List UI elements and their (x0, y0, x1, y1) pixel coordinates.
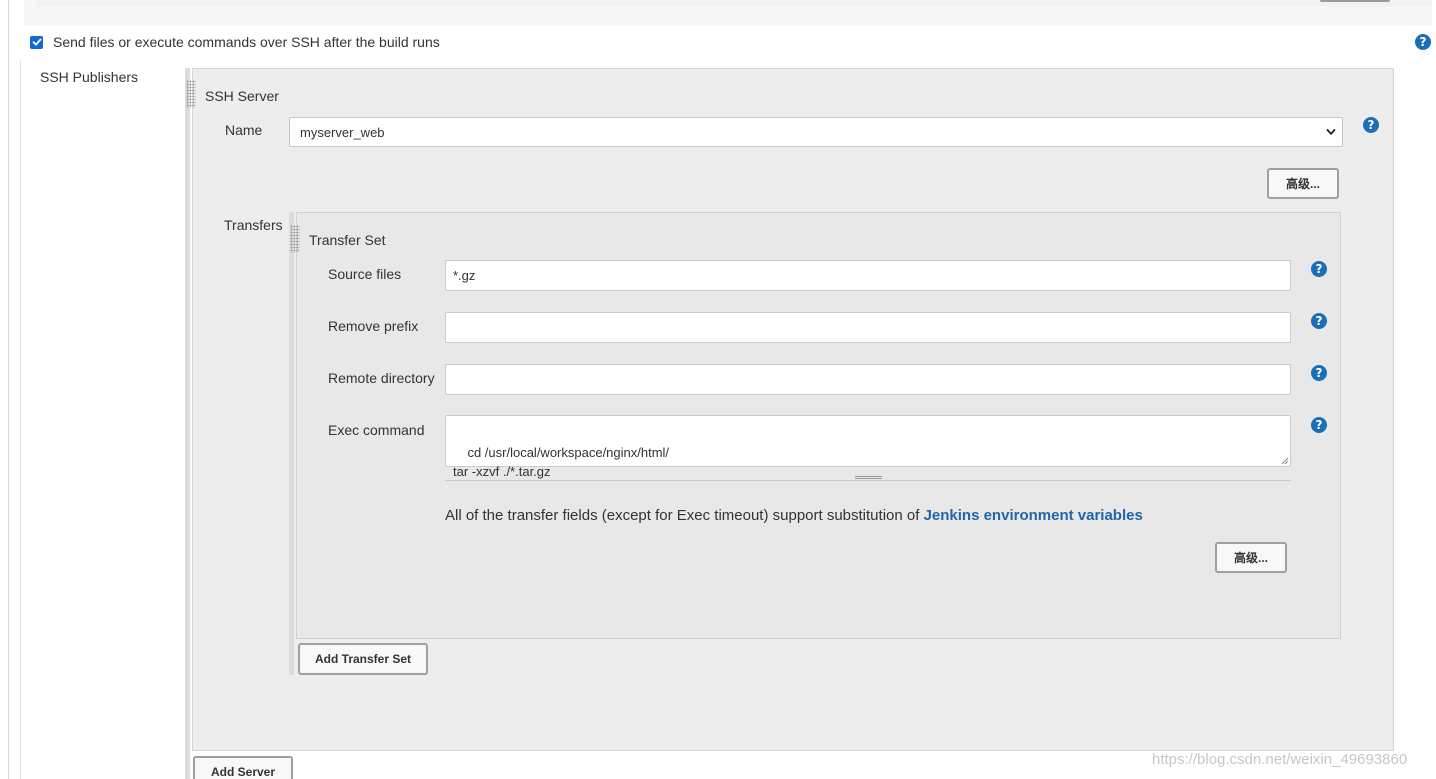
previous-section-strip-inner (36, 0, 1432, 7)
server-advanced-button[interactable]: 高级... (1267, 168, 1339, 199)
ssh-server-title: SSH Server (205, 88, 279, 104)
ssh-publishers-label: SSH Publishers (40, 69, 139, 85)
source-files-label: Source files (328, 266, 402, 282)
server-name-select[interactable]: myserver_web (289, 117, 1343, 147)
textarea-expand-bar[interactable] (445, 467, 1291, 481)
remote-directory-label: Remote directory (328, 370, 435, 386)
help-icon[interactable]: ? (1311, 313, 1327, 329)
help-icon[interactable]: ? (1311, 365, 1327, 381)
name-label: Name (225, 122, 263, 138)
chevron-down-icon (1326, 129, 1336, 136)
transfers-drag-bar[interactable] (289, 212, 294, 675)
watermark: https://blog.csdn.net/weixin_49693860 (1152, 751, 1408, 768)
help-icon[interactable]: ? (1415, 34, 1431, 50)
exec-command-textarea[interactable]: cd /usr/local/workspace/nginx/html/ tar … (445, 415, 1291, 479)
jenkins-env-vars-link[interactable]: Jenkins environment variables (924, 507, 1143, 524)
remote-directory-input[interactable] (445, 364, 1291, 395)
transfer-set-drag-handle[interactable] (290, 225, 300, 253)
previous-section-button-edge[interactable] (1320, 0, 1390, 2)
substitution-info: All of the transfer fields (except for E… (445, 507, 1143, 524)
ssh-publish-checkbox[interactable] (30, 35, 43, 49)
check-icon (32, 38, 41, 46)
add-transfer-set-button[interactable]: Add Transfer Set (298, 643, 428, 675)
help-icon[interactable]: ? (1311, 261, 1327, 277)
ssh-publish-checkbox-label: Send files or execute commands over SSH … (53, 34, 440, 50)
substitution-info-text: All of the transfer fields (except for E… (445, 507, 924, 524)
source-files-input[interactable]: *.gz (445, 260, 1291, 291)
remove-prefix-label: Remove prefix (328, 318, 419, 334)
transfers-label: Transfers (224, 217, 283, 233)
ssh-server-drag-handle[interactable] (186, 80, 196, 108)
server-name-select-value: myserver_web (300, 124, 385, 140)
page: Send files or execute commands over SSH … (0, 0, 1436, 779)
remove-prefix-input[interactable] (445, 312, 1291, 343)
expand-handle-icon[interactable] (855, 476, 882, 479)
add-server-button[interactable]: Add Server (193, 756, 293, 779)
frame-line (8, 0, 9, 779)
transfer-set-title: Transfer Set (309, 232, 386, 248)
exec-command-label: Exec command (328, 422, 425, 438)
transfer-advanced-button[interactable]: 高级... (1215, 542, 1287, 573)
help-icon[interactable]: ? (1311, 417, 1327, 433)
ssh-publish-checkbox-row[interactable]: Send files or execute commands over SSH … (30, 32, 440, 52)
resize-grip-icon[interactable] (1280, 456, 1289, 465)
publishers-drag-bar[interactable] (185, 68, 190, 779)
help-icon[interactable]: ? (1363, 117, 1379, 133)
frame-line (20, 60, 21, 779)
